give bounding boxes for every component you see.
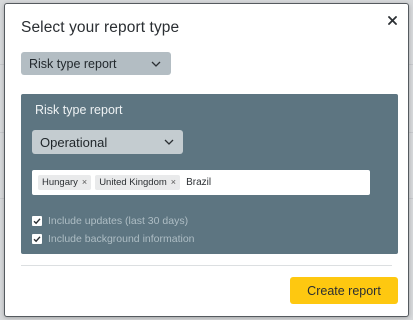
report-type-dialog: Select your report type Risk type report… [4,3,409,317]
tag-label: Hungary [42,177,78,188]
checkmark-icon [33,218,41,225]
country-tag: Hungary × [38,175,92,190]
include-updates-checkbox[interactable] [32,216,42,226]
panel-title: Risk type report [35,103,123,117]
report-type-dropdown[interactable]: Risk type report [21,52,171,75]
dialog-title: Select your report type [21,19,180,36]
include-updates-label: Include updates (last 30 days) [48,215,189,227]
close-button[interactable] [385,13,399,27]
remove-tag-icon[interactable]: × [82,178,87,187]
checkmark-icon [33,236,41,243]
close-icon [387,15,397,25]
tag-label: United Kingdom [99,177,167,188]
country-typed-text[interactable]: Brazil [186,177,211,188]
include-updates-option[interactable]: Include updates (last 30 days) [32,215,188,227]
remove-tag-icon[interactable]: × [171,178,176,187]
country-tag: United Kingdom × [95,175,181,190]
risk-category-value: Operational [40,134,108,150]
risk-category-dropdown[interactable]: Operational [32,130,183,154]
risk-report-panel: Risk type report Operational Hungary × U… [21,94,398,254]
report-type-value: Risk type report [29,56,117,71]
footer-divider [21,265,392,266]
chevron-down-icon [164,139,174,145]
chevron-down-icon [151,61,161,67]
include-background-checkbox[interactable] [32,234,42,244]
include-background-label: Include background information [48,233,195,245]
country-tag-input[interactable]: Hungary × United Kingdom × Brazil [32,170,370,195]
include-background-option[interactable]: Include background information [32,233,195,245]
create-report-button[interactable]: Create report [290,277,398,304]
